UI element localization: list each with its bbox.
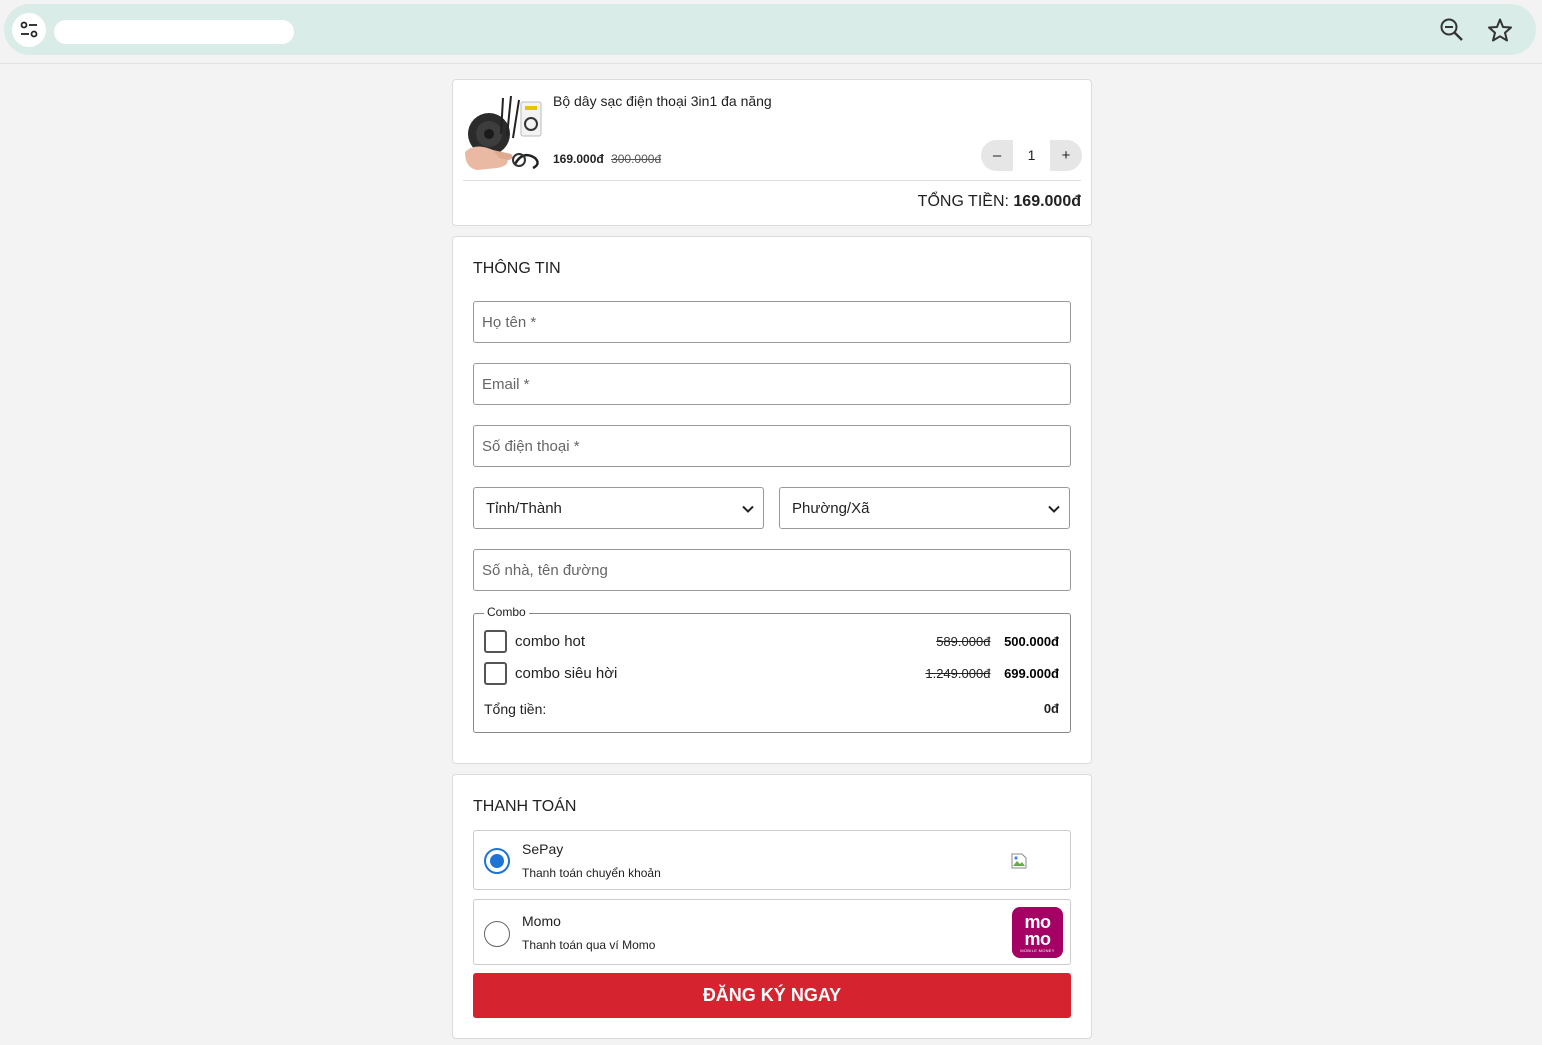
province-select-value: Tỉnh/Thành <box>486 500 562 517</box>
product-card: Bộ dây sạc điện thoại 3in1 đa năng 169.0… <box>452 79 1092 226</box>
order-total-value: 169.000đ <box>1013 193 1081 210</box>
combo-prices: 589.000đ 500.000đ <box>936 634 1059 649</box>
payment-desc: Thanh toán chuyển khoản <box>522 866 661 880</box>
payment-radio-momo[interactable] <box>484 921 510 947</box>
payment-option-momo[interactable]: Momo Thanh toán qua ví Momo mo mo MOBILE… <box>473 899 1071 965</box>
combo-label: combo hot <box>515 633 586 650</box>
quantity-stepper: – 1 + <box>981 140 1082 171</box>
combo-old-price: 1.249.000đ <box>925 666 991 681</box>
chevron-down-icon <box>1048 505 1060 513</box>
browser-toolbar <box>0 0 1542 64</box>
divider <box>463 180 1081 181</box>
increase-quantity-button[interactable]: + <box>1050 140 1082 171</box>
combo-legend: Combo <box>484 605 529 619</box>
payment-option-sepay[interactable]: SePay Thanh toán chuyển khoản <box>473 830 1071 890</box>
address-input[interactable] <box>473 549 1071 591</box>
register-now-button[interactable]: ĐĂNG KÝ NGAY <box>473 973 1071 1018</box>
product-price-row: 169.000đ 300.000đ <box>553 152 661 166</box>
zoom-out-icon[interactable] <box>1439 17 1465 43</box>
payment-name: SePay <box>522 841 564 857</box>
combo-old-price: 589.000đ <box>936 634 991 649</box>
tune-icon[interactable] <box>12 13 46 47</box>
combo-checkbox[interactable] <box>484 630 507 653</box>
phone-input[interactable] <box>473 425 1071 467</box>
payment-desc: Thanh toán qua ví Momo <box>522 938 656 952</box>
order-total-label: TỔNG TIỀN: <box>917 193 1009 210</box>
product-name: Bộ dây sạc điện thoại 3in1 đa năng <box>553 93 772 109</box>
broken-image-icon <box>1011 853 1027 869</box>
combo-fieldset: Combo combo hot 589.000đ 500.000đ combo … <box>473 605 1071 733</box>
url-text[interactable] <box>54 20 294 44</box>
chevron-down-icon <box>742 505 754 513</box>
ward-select[interactable]: Phường/Xã <box>779 487 1070 529</box>
combo-checkbox[interactable] <box>484 662 507 685</box>
star-icon[interactable] <box>1487 17 1513 43</box>
address-bar[interactable] <box>4 4 1536 55</box>
info-card: THÔNG TIN Tỉnh/Thành Phường/Xã Combo com… <box>452 236 1092 764</box>
combo-label: combo siêu hời <box>515 665 618 682</box>
combo-prices: 1.249.000đ 699.000đ <box>925 666 1059 681</box>
email-input[interactable] <box>473 363 1071 405</box>
quantity-input[interactable]: 1 <box>1013 140 1050 171</box>
order-total: TỔNG TIỀN: 169.000đ <box>918 193 1081 211</box>
payment-card: THANH TOÁN SePay Thanh toán chuyển khoản… <box>452 774 1092 1039</box>
full-name-input[interactable] <box>473 301 1071 343</box>
momo-logo-line: mo <box>1024 929 1052 949</box>
momo-logo: mo mo MOBILE MONEY <box>1012 907 1063 958</box>
product-image <box>463 94 543 172</box>
province-select[interactable]: Tỉnh/Thành <box>473 487 764 529</box>
payment-name: Momo <box>522 913 561 929</box>
combo-price: 699.000đ <box>1004 666 1059 681</box>
momo-logo-tagline: MOBILE MONEY <box>1020 948 1055 953</box>
info-section-title: THÔNG TIN <box>473 260 561 277</box>
decrease-quantity-button[interactable]: – <box>981 140 1013 171</box>
payment-radio-sepay[interactable] <box>484 848 510 874</box>
payment-section-title: THANH TOÁN <box>473 798 577 815</box>
combo-total-label: Tổng tiền: <box>484 701 547 717</box>
combo-total: Tổng tiền: 0đ <box>484 701 1059 717</box>
product-old-price: 300.000đ <box>611 152 662 166</box>
product-price: 169.000đ <box>553 152 604 166</box>
combo-item[interactable]: combo hot 589.000đ 500.000đ <box>484 630 1059 654</box>
combo-total-value: 0đ <box>1043 701 1059 716</box>
combo-price: 500.000đ <box>1004 634 1059 649</box>
combo-item[interactable]: combo siêu hời 1.249.000đ 699.000đ <box>484 662 1059 686</box>
ward-select-value: Phường/Xã <box>792 500 870 517</box>
